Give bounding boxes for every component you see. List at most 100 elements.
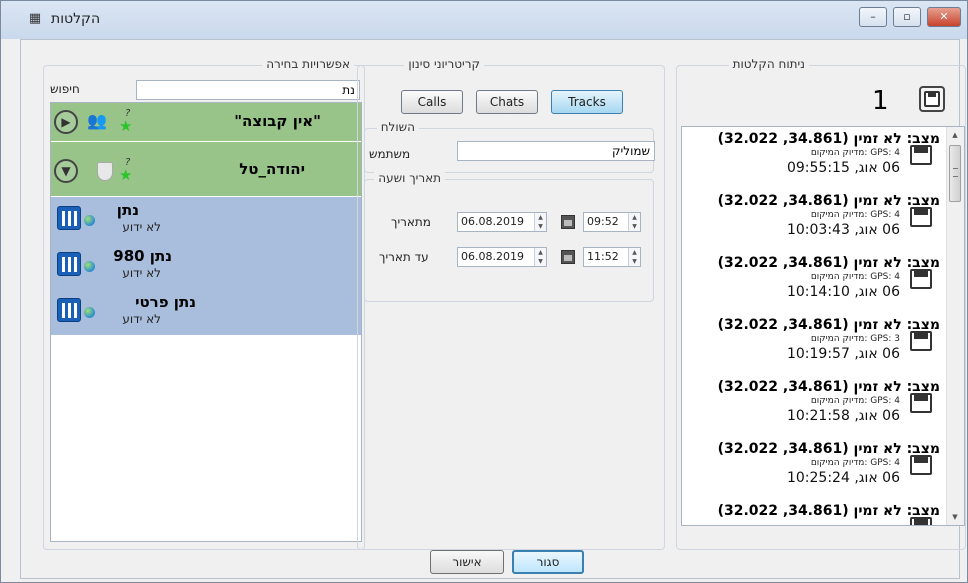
- scroll-down-arrow-icon[interactable]: ▼: [947, 509, 963, 525]
- record-gps-accuracy: GPS: 4 :מדיוק המיקום: [810, 210, 900, 220]
- tab-chats[interactable]: Chats: [476, 90, 538, 114]
- record-time: 06 אוג, 10:25:24: [786, 470, 900, 486]
- filter-panel: קריטריוני סינון Calls Chats Tracks השולח…: [357, 57, 665, 550]
- datetime-section: תאריך ושעה מתאריך 06.08.2019 ▲ ▼ 09:52 ▲ ▼…: [364, 171, 654, 302]
- list-item[interactable]: מצב: לא זמין (34.861, 32.022) GPS: 4 :מד…: [682, 375, 950, 437]
- floppy-icon[interactable]: [910, 331, 932, 351]
- chevron-down-circle-icon[interactable]: ▼: [54, 159, 78, 183]
- to-date-arrows[interactable]: ▲ ▼: [534, 248, 546, 266]
- record-title: מצב: לא זמין (34.861, 32.022): [717, 441, 940, 457]
- list-item-user-natan-private[interactable]: נתן פרטי לא ידוע: [51, 289, 361, 335]
- record-time: 06 אוג, 10:19:57: [786, 346, 900, 362]
- from-date-value: 06.08.2019: [461, 215, 524, 228]
- recordings-window: ▦ הקלטות – ▫ ✕ אפשרויות בחירה חיפוש ▶ 👥 …: [0, 0, 968, 583]
- scroll-up-arrow-icon[interactable]: ▲: [947, 127, 963, 143]
- record-time: 06 אוג, 10:21:58: [786, 408, 900, 424]
- list-item-user-natan[interactable]: נתן לא ידוע: [51, 197, 361, 243]
- list-item-label: יהודה_טל: [239, 160, 305, 178]
- record-time: 06 אוג, 10:03:43: [786, 222, 900, 238]
- maximize-button[interactable]: ▫: [893, 7, 921, 27]
- list-item-label: נתן פרטי: [135, 293, 196, 311]
- record-gps-accuracy: GPS: 4 :מדיוק המיקום: [810, 148, 900, 158]
- from-time-spinner[interactable]: 09:52 ▲ ▼: [583, 212, 641, 232]
- list-item-user-natan-980[interactable]: נתן 980 לא ידוע: [51, 243, 361, 289]
- options-panel-title: אפשרויות בחירה: [262, 57, 354, 71]
- options-panel: אפשרויות בחירה חיפוש ▶ 👥 ? ★ "אין קבוצה"…: [43, 57, 365, 550]
- list-item-status: לא ידוע: [122, 266, 161, 280]
- to-time-arrows[interactable]: ▲ ▼: [628, 248, 640, 266]
- app-icon: ▦: [28, 11, 42, 26]
- record-time: 06 אוג, 09:55:15: [786, 160, 900, 176]
- to-date-value: 06.08.2019: [461, 250, 524, 263]
- floppy-icon[interactable]: [910, 207, 932, 227]
- tab-calls[interactable]: Calls: [401, 90, 463, 114]
- list-item[interactable]: מצב: לא זמין (34.861, 32.022) GPS: 4 :מד…: [682, 251, 950, 313]
- calendar-icon[interactable]: [561, 250, 575, 264]
- sender-section: השולח משתמש: [364, 120, 655, 173]
- play-circle-icon[interactable]: ▶: [54, 110, 78, 134]
- record-gps-accuracy: GPS: 3 :מדיוק המיקום: [810, 334, 900, 344]
- list-item-label: נתן: [116, 201, 139, 219]
- device-bars-icon: [57, 252, 81, 276]
- group-people-icon: 👥: [87, 111, 107, 130]
- recordings-scrollbar[interactable]: ▲ ▼: [946, 127, 964, 525]
- star-icon: ★: [119, 117, 133, 135]
- record-gps-accuracy: GPS: 4 :מדיוק המיקום: [810, 272, 900, 282]
- to-date-label: עד תאריך: [379, 250, 429, 264]
- record-title: מצב: לא זמין (34.861, 32.022): [717, 131, 940, 147]
- user-input[interactable]: [457, 141, 655, 161]
- record-gps-accuracy: GPS: 4 :מדיוק המיקום: [810, 458, 900, 468]
- record-title: מצב: לא זמין (34.861, 32.022): [717, 193, 940, 209]
- search-label: חיפוש: [50, 82, 80, 96]
- calendar-icon[interactable]: [561, 215, 575, 229]
- to-date-spinner[interactable]: 06.08.2019 ▲ ▼: [457, 247, 547, 267]
- to-time-value: 11:52: [587, 250, 619, 263]
- record-title: מצב: לא זמין (34.861, 32.022): [717, 379, 940, 395]
- list-item[interactable]: מצב: לא זמין (34.861, 32.022) GPS: 4 :מד…: [682, 437, 950, 499]
- close-button[interactable]: סגור: [512, 550, 584, 574]
- save-all-button[interactable]: [919, 86, 945, 112]
- selection-list[interactable]: ▶ 👥 ? ★ "אין קבוצה" ▼ ? ★ יהודה_טל נתן ל…: [50, 102, 362, 542]
- to-time-spinner[interactable]: 11:52 ▲ ▼: [583, 247, 641, 267]
- shield-icon: [97, 162, 113, 181]
- device-bars-icon: [57, 206, 81, 230]
- list-item[interactable]: מצב: לא זמין (34.861, 32.022) GPS: 3 :מד…: [682, 313, 950, 375]
- search-input[interactable]: [136, 80, 360, 100]
- globe-icon: [84, 215, 95, 226]
- from-time-value: 09:52: [587, 215, 619, 228]
- dialog-body: אפשרויות בחירה חיפוש ▶ 👥 ? ★ "אין קבוצה"…: [20, 39, 966, 579]
- from-time-arrows[interactable]: ▲ ▼: [628, 213, 640, 231]
- record-title: מצב: לא זמין (34.861, 32.022): [717, 503, 940, 519]
- list-item-group-yehuda-tal[interactable]: ▼ ? ★ יהודה_טל: [51, 142, 361, 196]
- list-item-label: נתן 980: [113, 247, 172, 265]
- sender-section-title: השולח: [376, 120, 419, 134]
- filter-panel-title: קריטריוני סינון: [404, 57, 484, 71]
- tab-tracks[interactable]: Tracks: [551, 90, 623, 114]
- recordings-list[interactable]: מצב: לא זמין (34.861, 32.022) GPS: 4 :מד…: [681, 126, 965, 526]
- record-title: מצב: לא זמין (34.861, 32.022): [717, 317, 940, 333]
- floppy-icon[interactable]: [910, 455, 932, 475]
- close-window-button[interactable]: ✕: [927, 7, 961, 27]
- record-gps-accuracy: GPS: 4 :מדיוק המיקום: [810, 396, 900, 406]
- floppy-icon[interactable]: [910, 269, 932, 289]
- floppy-icon[interactable]: [910, 517, 932, 525]
- list-item-label: "אין קבוצה": [234, 112, 321, 130]
- list-item[interactable]: מצב: לא זמין (34.861, 32.022) GPS: 4 :מד…: [682, 189, 950, 251]
- scroll-thumb[interactable]: [949, 145, 961, 202]
- list-item-group-no-group[interactable]: ▶ 👥 ? ★ "אין קבוצה": [51, 103, 361, 141]
- analysis-panel: ניתוח הקלטות 1 מצב: לא זמין (34.861, 32.…: [676, 57, 966, 550]
- globe-icon: [84, 261, 95, 272]
- list-item[interactable]: מצב: לא זמין (34.861, 32.022) GPS: 4 :מד…: [682, 127, 950, 189]
- minimize-button[interactable]: –: [859, 7, 887, 27]
- from-date-spinner[interactable]: 06.08.2019 ▲ ▼: [457, 212, 547, 232]
- star-icon: ★: [119, 166, 133, 184]
- record-time: 06 אוג, 10:14:10: [786, 284, 900, 300]
- title-bar: ▦ הקלטות – ▫ ✕: [1, 1, 967, 39]
- device-bars-icon: [57, 298, 81, 322]
- ok-button[interactable]: אישור: [430, 550, 504, 574]
- floppy-icon: [924, 91, 940, 107]
- floppy-icon[interactable]: [910, 145, 932, 165]
- from-date-arrows[interactable]: ▲ ▼: [534, 213, 546, 231]
- list-item[interactable]: מצב: לא זמין (34.861, 32.022): [682, 499, 950, 525]
- floppy-icon[interactable]: [910, 393, 932, 413]
